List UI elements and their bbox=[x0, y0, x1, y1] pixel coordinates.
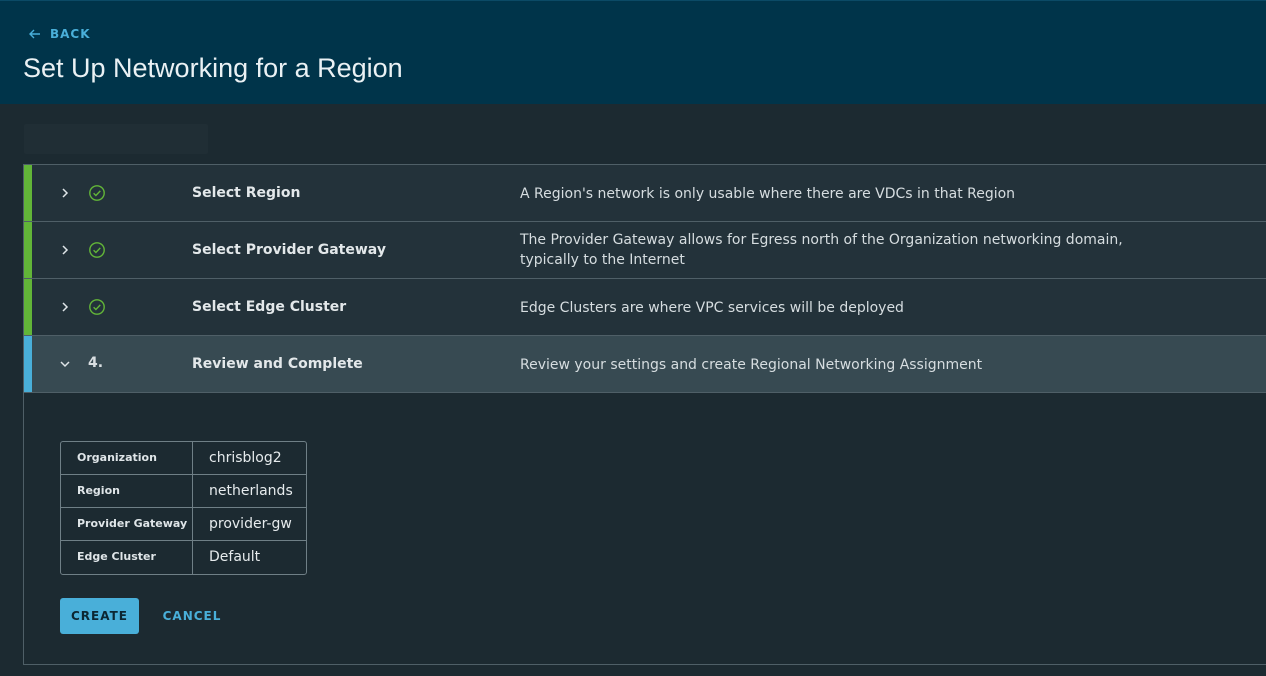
back-link[interactable]: BACK bbox=[29, 27, 91, 41]
placeholder-block bbox=[24, 124, 208, 154]
summary-row: Edge Cluster Default bbox=[61, 541, 306, 574]
summary-row: Region netherlands bbox=[61, 475, 306, 508]
step-description: A Region's network is only usable where … bbox=[520, 186, 1016, 202]
summary-label: Region bbox=[61, 475, 193, 507]
chevron-down-icon bbox=[60, 361, 70, 368]
step-title: Select Edge Cluster bbox=[192, 299, 347, 315]
wizard-stepper: Select Region A Region's network is only… bbox=[23, 164, 1266, 665]
back-label: BACK bbox=[50, 27, 91, 41]
step-title: Review and Complete bbox=[192, 356, 363, 372]
chevron-right-icon bbox=[62, 245, 69, 255]
main-content: Select Region A Region's network is only… bbox=[0, 104, 1266, 676]
summary-row: Provider Gateway provider-gw bbox=[61, 508, 306, 541]
summary-value: netherlands bbox=[209, 483, 293, 499]
check-circle-icon bbox=[89, 242, 105, 258]
review-summary-table: Organization chrisblog2 Region netherlan… bbox=[60, 441, 307, 575]
step-status-bar bbox=[24, 336, 32, 392]
summary-value: provider-gw bbox=[209, 516, 292, 532]
create-button[interactable]: CREATE bbox=[60, 598, 139, 634]
step-description: Review your settings and create Regional… bbox=[520, 357, 983, 373]
page-title: Set Up Networking for a Region bbox=[23, 53, 403, 83]
chevron-right-icon bbox=[62, 302, 69, 312]
summary-label: Edge Cluster bbox=[61, 541, 193, 574]
step-select-provider-gateway[interactable]: Select Provider Gateway The Provider Gat… bbox=[24, 222, 1266, 279]
summary-row: Organization chrisblog2 bbox=[61, 442, 306, 475]
chevron-right-icon bbox=[62, 188, 69, 198]
summary-value: chrisblog2 bbox=[209, 450, 282, 466]
step-number: 4. bbox=[88, 355, 104, 371]
step-title: Select Provider Gateway bbox=[192, 242, 386, 258]
step-review-and-complete[interactable]: 4. Review and Complete Review your setti… bbox=[24, 336, 1266, 393]
step-description: The Provider Gateway allows for Egress n… bbox=[520, 232, 1123, 268]
step-title: Select Region bbox=[192, 185, 301, 201]
step-description: Edge Clusters are where VPC services wil… bbox=[520, 300, 904, 316]
step-select-region[interactable]: Select Region A Region's network is only… bbox=[24, 165, 1266, 222]
arrow-left-icon bbox=[29, 29, 40, 39]
step-status-bar bbox=[24, 165, 32, 221]
page-header: BACK Set Up Networking for a Region bbox=[0, 0, 1266, 104]
step-status-bar bbox=[24, 222, 32, 278]
summary-label: Organization bbox=[61, 442, 193, 474]
check-circle-icon bbox=[89, 299, 105, 315]
check-circle-icon bbox=[89, 185, 105, 201]
step-status-bar bbox=[24, 279, 32, 335]
step-select-edge-cluster[interactable]: Select Edge Cluster Edge Clusters are wh… bbox=[24, 279, 1266, 336]
cancel-button[interactable]: CANCEL bbox=[154, 598, 230, 634]
summary-value: Default bbox=[209, 549, 261, 565]
summary-label: Provider Gateway bbox=[61, 508, 193, 540]
